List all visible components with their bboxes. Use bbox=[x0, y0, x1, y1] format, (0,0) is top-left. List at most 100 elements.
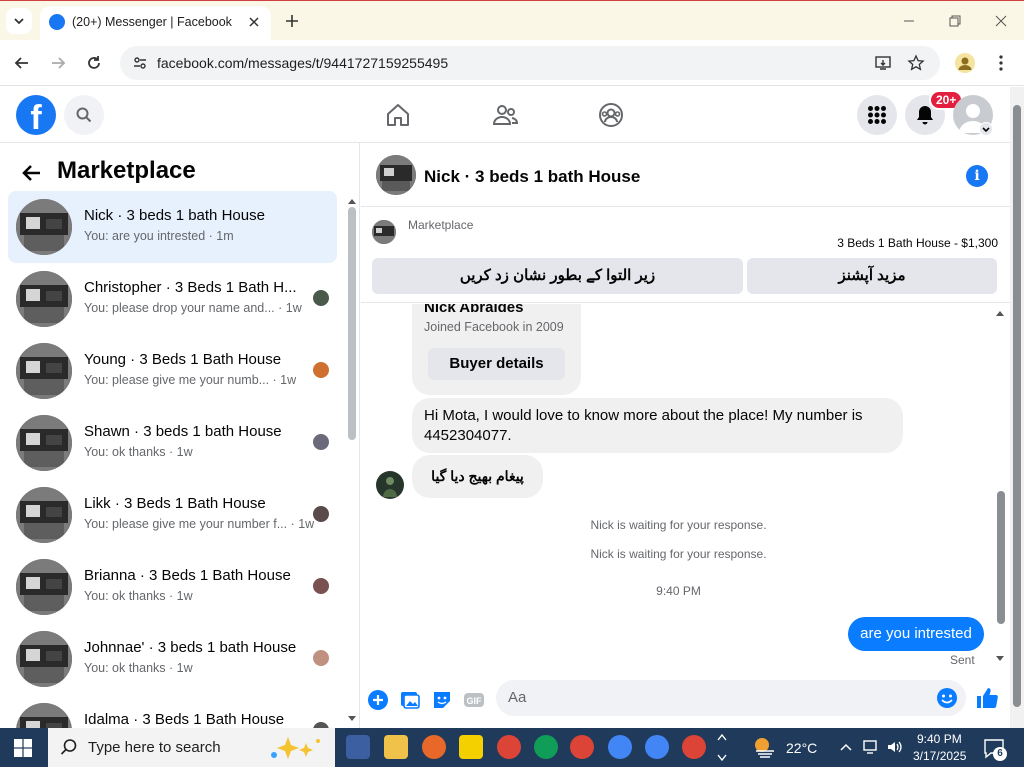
chrome-profile-icon[interactable] bbox=[682, 735, 706, 759]
listing-thumbnail bbox=[16, 343, 72, 399]
back-icon[interactable] bbox=[12, 53, 32, 73]
chrome-profile-icon[interactable] bbox=[534, 735, 558, 759]
thread-scrollbar[interactable] bbox=[997, 491, 1005, 624]
plus-circle-icon[interactable] bbox=[367, 689, 389, 711]
message-text: Hi Mota, I would love to know more about… bbox=[424, 407, 863, 444]
address-bar[interactable]: facebook.com/messages/t/9441727159255495 bbox=[120, 46, 940, 80]
volume-icon[interactable] bbox=[886, 739, 904, 755]
chat-header: Nick · 3 beds 1 bath House i bbox=[361, 143, 1010, 207]
message-composer: GIF Aa bbox=[361, 675, 1010, 727]
sender-avatar[interactable] bbox=[376, 471, 404, 499]
chat-title[interactable]: Nick · 3 beds 1 bath House bbox=[424, 167, 640, 187]
chrome-profile-icon[interactable] bbox=[497, 735, 521, 759]
new-tab-icon[interactable] bbox=[282, 11, 302, 31]
search-highlight-icon bbox=[271, 737, 320, 759]
conversation-name: Idalma · 3 Beds 1 Bath House bbox=[84, 711, 285, 728]
conversation-preview: You: ok thanks · 1w bbox=[84, 661, 193, 675]
chrome-profile-icon[interactable] bbox=[608, 735, 632, 759]
buyer-name: Nick Abraldes bbox=[424, 304, 524, 316]
minimize-icon[interactable] bbox=[901, 13, 917, 29]
network-icon[interactable] bbox=[862, 739, 880, 755]
list-scrollbar[interactable] bbox=[348, 207, 356, 440]
conversation-item[interactable]: Young · 3 Beds 1 Bath House You: please g… bbox=[8, 335, 337, 407]
buyer-details-button[interactable]: Buyer details bbox=[428, 348, 565, 380]
sticker-icon[interactable] bbox=[431, 689, 453, 711]
browser-tab[interactable]: (20+) Messenger | Facebook bbox=[40, 6, 271, 41]
outgoing-message: are you intrested bbox=[848, 617, 984, 651]
restore-icon[interactable] bbox=[947, 13, 963, 29]
conversation-item[interactable]: Nick · 3 beds 1 bath House You: are you i… bbox=[8, 191, 337, 263]
close-window-icon[interactable] bbox=[993, 13, 1009, 29]
file-explorer-icon[interactable] bbox=[384, 735, 408, 759]
home-icon[interactable] bbox=[384, 101, 412, 129]
profile-icon[interactable] bbox=[955, 53, 975, 73]
scroll-down-icon[interactable] bbox=[347, 715, 357, 723]
forward-icon[interactable] bbox=[48, 53, 68, 73]
reload-icon[interactable] bbox=[84, 53, 104, 73]
facebook-logo-icon[interactable]: f bbox=[16, 95, 56, 135]
tab-search-button[interactable] bbox=[6, 8, 32, 34]
taskbar-overflow-icon[interactable] bbox=[716, 730, 728, 765]
weather-icon[interactable] bbox=[752, 735, 778, 759]
menu-grid-button[interactable] bbox=[857, 95, 897, 135]
account-chevron-icon[interactable] bbox=[979, 122, 993, 136]
scroll-up-icon[interactable] bbox=[347, 197, 357, 205]
participant-avatar bbox=[313, 434, 329, 450]
groups-icon[interactable] bbox=[597, 101, 625, 129]
conversation-item[interactable]: Johnnae' · 3 beds 1 bath House You: ok th… bbox=[8, 623, 337, 695]
site-info-icon[interactable] bbox=[132, 55, 148, 71]
page-scroll-thumb[interactable] bbox=[1013, 105, 1021, 707]
chrome-profile-icon[interactable] bbox=[645, 735, 669, 759]
incoming-message-urdu: پیغام بھیج دیا گیا bbox=[412, 455, 543, 498]
gif-icon[interactable]: GIF bbox=[463, 689, 485, 711]
install-app-icon[interactable] bbox=[874, 54, 892, 72]
svg-text:GIF: GIF bbox=[467, 696, 483, 706]
conversation-item[interactable]: Shawn · 3 beds 1 bath House You: ok thank… bbox=[8, 407, 337, 479]
conversation-item[interactable]: Likk · 3 Beds 1 Bath House You: please gi… bbox=[8, 479, 337, 551]
paint-app-icon[interactable] bbox=[346, 735, 370, 759]
conversation-item[interactable]: Idalma · 3 Beds 1 Bath House bbox=[8, 695, 337, 728]
more-options-button[interactable]: مزید آپشنز bbox=[747, 258, 997, 294]
listing-thumbnail bbox=[16, 415, 72, 471]
friends-icon[interactable] bbox=[491, 101, 519, 129]
listing-thumbnail bbox=[16, 559, 72, 615]
windows-start-icon[interactable] bbox=[14, 739, 32, 757]
facebook-favicon-icon bbox=[49, 14, 65, 30]
emoji-icon[interactable] bbox=[936, 687, 958, 709]
conversation-item[interactable]: Christopher · 3 Beds 1 Bath H... You: ple… bbox=[8, 263, 337, 335]
buyer-card: Nick Abraldes Joined Facebook in 2009 Bu… bbox=[412, 304, 581, 395]
chevron-down-icon bbox=[14, 18, 24, 25]
clock-date[interactable]: 3/17/2025 bbox=[913, 749, 966, 763]
clock-time[interactable]: 9:40 PM bbox=[917, 732, 962, 746]
fb-search-button[interactable] bbox=[64, 95, 104, 135]
like-thumb-icon[interactable] bbox=[975, 686, 999, 710]
mark-as-pending-button[interactable]: زیر التوا کے بطور نشان زد کریں bbox=[372, 258, 743, 294]
close-tab-icon[interactable] bbox=[245, 13, 263, 31]
participant-avatar bbox=[313, 650, 329, 666]
scroll-up-icon[interactable] bbox=[995, 309, 1005, 317]
bookmark-star-icon[interactable] bbox=[907, 54, 925, 72]
conversation-item[interactable]: Brianna · 3 Beds 1 Bath House You: ok tha… bbox=[8, 551, 337, 623]
conversation-preview: You: please drop your name and... · 1w bbox=[84, 301, 302, 315]
tray-chevron-up-icon[interactable] bbox=[839, 741, 853, 753]
taskbar-search-box[interactable]: Type here to search bbox=[48, 728, 335, 767]
page-scrollbar[interactable] bbox=[1010, 87, 1024, 728]
sticky-notes-icon[interactable] bbox=[459, 735, 483, 759]
scroll-down-icon[interactable] bbox=[995, 655, 1005, 663]
windows-taskbar: Type here to search 22°C 9:40 PM 3/17/20… bbox=[0, 728, 1024, 767]
weather-temp[interactable]: 22°C bbox=[786, 740, 817, 756]
chrome-profile-icon[interactable] bbox=[570, 735, 594, 759]
info-icon[interactable]: i bbox=[966, 165, 988, 187]
photo-icon[interactable] bbox=[399, 689, 421, 711]
panel-title: Marketplace bbox=[57, 157, 196, 184]
message-input[interactable]: Aa bbox=[496, 680, 966, 716]
conversation-name: Young · 3 Beds 1 Bath House bbox=[84, 351, 282, 368]
browser-tab-strip: (20+) Messenger | Facebook bbox=[0, 0, 1024, 41]
conversation-preview: You: are you intrested · 1m bbox=[84, 229, 234, 243]
more-menu-icon[interactable] bbox=[993, 53, 1009, 73]
taskbar-search-placeholder: Type here to search bbox=[88, 739, 221, 756]
firefox-icon[interactable] bbox=[422, 735, 446, 759]
listing-thumbnail[interactable] bbox=[376, 155, 416, 195]
back-arrow-icon[interactable] bbox=[20, 161, 44, 185]
listing-title-price[interactable]: 3 Beds 1 Bath House - $1,300 bbox=[837, 236, 998, 250]
